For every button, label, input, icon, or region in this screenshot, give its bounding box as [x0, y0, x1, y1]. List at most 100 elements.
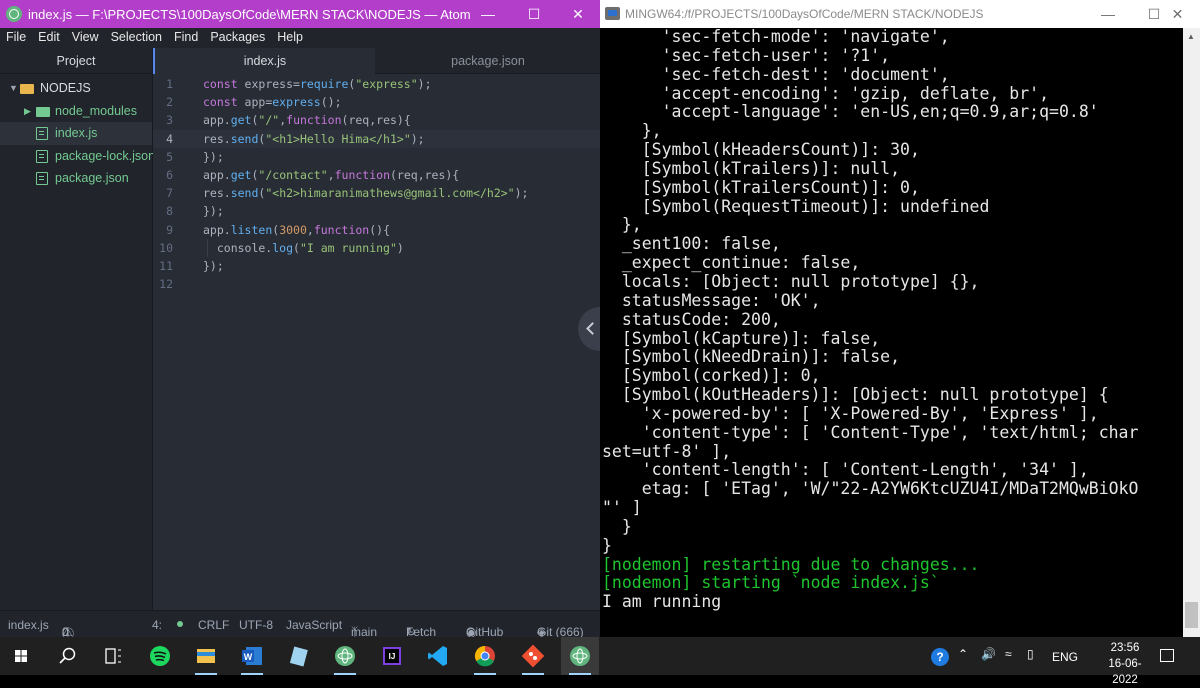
status-cursor[interactable]: 4:: [152, 618, 162, 632]
status-encoding[interactable]: UTF-8: [239, 618, 273, 632]
menu-selection[interactable]: Selection: [105, 28, 168, 44]
scrollbar-thumb[interactable]: [1185, 602, 1198, 628]
terminal-line: locals: [Object: null prototype] {},: [602, 271, 980, 291]
code-line: 10 console.log("I am running"): [153, 238, 600, 257]
notifications-icon[interactable]: [1160, 649, 1174, 662]
file-icon: [36, 149, 48, 163]
code-text: console.log("I am running"): [203, 240, 404, 255]
terminal-line: _sent100: false,: [602, 234, 781, 254]
line-number: 1: [166, 77, 173, 91]
menu-help[interactable]: Help: [271, 28, 309, 44]
tab-index-js[interactable]: index.js: [153, 48, 375, 74]
tree-item-node-modules[interactable]: ▶ node_modules: [0, 100, 152, 123]
code-line: 11});: [153, 257, 600, 275]
show-hidden-icons-icon[interactable]: ⌃: [958, 647, 968, 661]
menu-packages[interactable]: Packages: [204, 28, 271, 44]
terminal-line: statusMessage: 'OK',: [602, 290, 821, 310]
terminal-line: [Symbol(kCapture)]: false,: [602, 328, 881, 348]
line-number: 5: [166, 149, 173, 164]
vscode-icon[interactable]: [419, 637, 457, 675]
atom-titlebar[interactable]: index.js — F:\PROJECTS\100DaysOfCode\MER…: [0, 0, 600, 28]
word-icon[interactable]: W: [233, 637, 271, 675]
status-file[interactable]: index.js: [8, 618, 49, 632]
tree-root-label: NODEJS: [40, 81, 91, 95]
code-editor[interactable]: index.js package.json 1 const express=req…: [153, 48, 600, 610]
terminal-line: 'content-type': [ 'Content-Type', 'text/…: [602, 422, 1139, 442]
scroll-up-icon[interactable]: ▲: [1187, 32, 1195, 41]
folder-icon: [20, 84, 34, 94]
status-line-ending[interactable]: CRLF: [198, 618, 229, 632]
code-text: res.send("<h1>Hello Hima</h1>");: [203, 131, 425, 146]
terminal-line: 'sec-fetch-dest': 'document',: [602, 64, 950, 84]
line-number: 6: [166, 167, 173, 182]
tree-item-label: package-lock.json: [55, 148, 156, 163]
menu-find[interactable]: Find: [168, 28, 204, 44]
terminal-line: [Symbol(kNeedDrain)]: false,: [602, 347, 901, 367]
minimize-icon[interactable]: —: [1085, 0, 1131, 28]
wifi-icon[interactable]: ≈: [1005, 647, 1012, 661]
battery-icon[interactable]: ▯: [1027, 647, 1034, 661]
minimize-icon[interactable]: —: [465, 0, 511, 28]
file-explorer-icon[interactable]: [187, 637, 225, 675]
search-icon[interactable]: [48, 637, 86, 675]
tree-item-package-json[interactable]: package.json: [0, 167, 152, 190]
close-icon[interactable]: ✕: [555, 0, 601, 28]
status-grammar[interactable]: JavaScript: [286, 618, 342, 632]
chevron-down-icon: ▼: [9, 83, 18, 93]
tab-package-json[interactable]: package.json: [377, 48, 599, 74]
code-line: 12: [153, 275, 600, 293]
help-icon[interactable]: ?: [931, 648, 949, 666]
maximize-icon[interactable]: ☐: [511, 0, 557, 28]
tree-item-index-js[interactable]: index.js: [0, 122, 152, 145]
status-bar: index.js ⓘ 0 ⚠ 0 ⓘ 0 4: CRLF UTF-8 JavaS…: [0, 610, 600, 641]
code-text: const express=require("express");: [203, 77, 432, 91]
git-gui-icon[interactable]: [514, 637, 552, 675]
line-number: 4: [166, 131, 173, 146]
notepad-icon[interactable]: [280, 637, 318, 675]
windows-start-icon[interactable]: [2, 637, 40, 675]
volume-icon[interactable]: 🔊: [981, 647, 996, 661]
atom-window-title: index.js — F:\PROJECTS\100DaysOfCode\MER…: [28, 7, 471, 22]
atom-active-icon[interactable]: [561, 637, 599, 675]
tree-view: Project ▼ NODEJS ▶ node_modules index.js…: [0, 48, 156, 610]
program-output-line: I am running: [602, 592, 722, 612]
terminal-output[interactable]: 'sec-fetch-mode': 'navigate', 'sec-fetch…: [602, 28, 1182, 637]
terminal-titlebar[interactable]: MINGW64:/f/PROJECTS/100DaysOfCode/MERN S…: [600, 0, 1200, 28]
intellij-icon[interactable]: IJ: [373, 637, 411, 675]
code-text: res.send("<h2>himaranimathews@gmail.com<…: [203, 186, 529, 201]
task-view-icon[interactable]: [94, 637, 132, 675]
terminal-line: 'content-length': [ 'Content-Length', '3…: [602, 460, 1089, 480]
menu-edit[interactable]: Edit: [32, 28, 66, 44]
terminal-line: 'accept-language': 'en-US,en;q=0.9,ar;q=…: [602, 102, 1099, 122]
terminal-line: },: [602, 121, 662, 141]
line-number: 7: [166, 186, 173, 201]
terminal-line: },: [602, 215, 642, 235]
language-indicator[interactable]: ENG: [1052, 650, 1078, 664]
taskbar: W IJ ? ⌃ 🔊 ≈ ▯ ENG 23:56 16-06-2022: [0, 637, 1200, 686]
atom-window: index.js — F:\PROJECTS\100DaysOfCode\MER…: [0, 0, 600, 641]
chrome-icon[interactable]: [466, 637, 504, 675]
clock[interactable]: 23:56 16-06-2022: [1097, 640, 1153, 688]
code-line: 5});: [153, 148, 600, 166]
menu-file[interactable]: File: [0, 28, 32, 44]
spotify-icon[interactable]: [141, 637, 179, 675]
code-area[interactable]: 1 const express=require("express"); 2 cons…: [153, 75, 600, 293]
line-number: 9: [166, 222, 173, 237]
terminal-line: etag: [ 'ETag', 'W/"22-A2YW6KtcUZU4I/MDa…: [602, 479, 1139, 499]
code-line: 3 app.get("/",function(req,res){: [153, 111, 600, 129]
code-line: 2 const app=express();: [153, 93, 600, 111]
line-number: 11: [159, 258, 173, 273]
file-icon: [36, 172, 48, 185]
atom-icon[interactable]: [326, 637, 364, 675]
close-icon[interactable]: ✕: [1155, 0, 1200, 28]
tree-item-package-lock[interactable]: package-lock.json: [0, 145, 156, 168]
menu-view[interactable]: View: [66, 28, 105, 44]
terminal-line: 'sec-fetch-user': '?1',: [602, 45, 891, 65]
terminal-line: set=utf-8' ],: [602, 441, 732, 461]
terminal-window: MINGW64:/f/PROJECTS/100DaysOfCode/MERN S…: [600, 0, 1200, 637]
code-text: const app=express();: [203, 95, 342, 110]
tree-view-header[interactable]: Project: [0, 48, 152, 74]
tree-root-folder[interactable]: ▼ NODEJS: [0, 77, 152, 100]
code-line-current: 4 res.send("<h1>Hello Hima</h1>");: [153, 129, 600, 148]
terminal-scrollbar[interactable]: ▲: [1183, 28, 1200, 637]
